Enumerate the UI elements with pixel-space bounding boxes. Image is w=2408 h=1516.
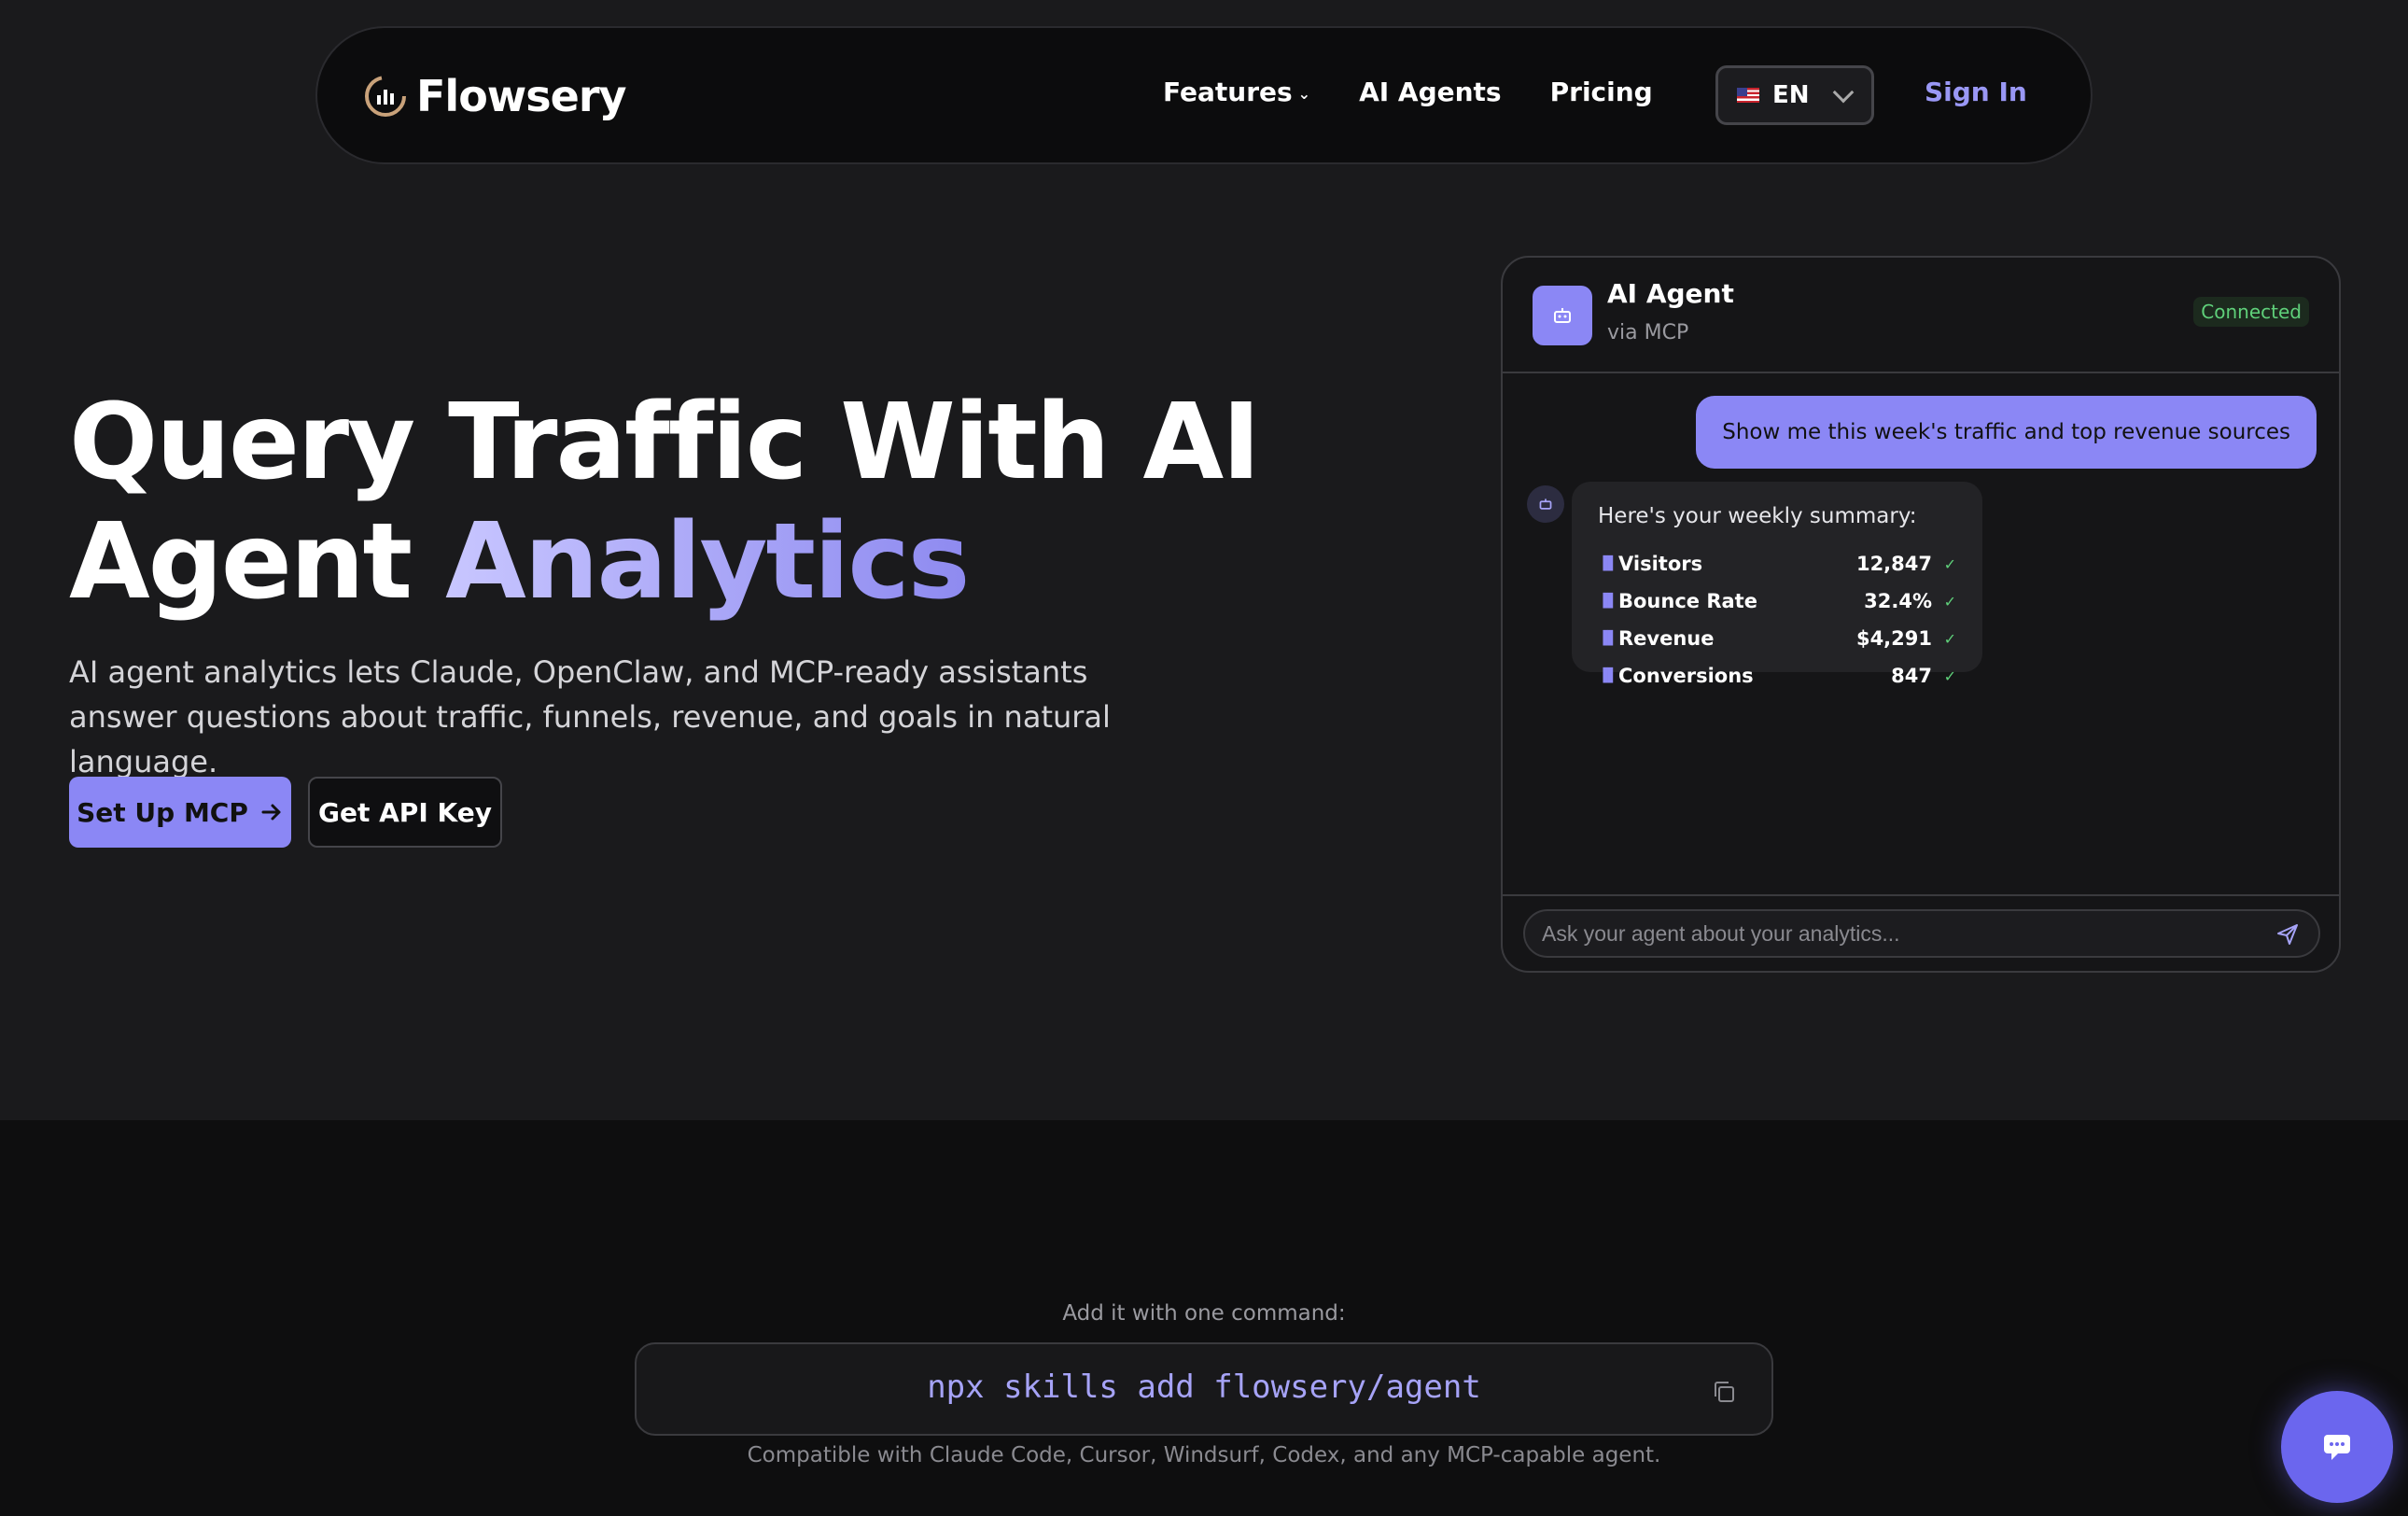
nav-link-label: Pricing <box>1549 77 1653 107</box>
bot-intro: Here's your weekly summary: <box>1598 504 1917 528</box>
arrow-right-icon <box>261 804 281 821</box>
bot-message: Here's your weekly summary: ▐▌ Visitors … <box>1572 482 1982 687</box>
agent-chat-card: AI Agent via MCP Connected Show me this … <box>1501 256 2341 973</box>
metric-value: 32.4% <box>1864 590 1932 612</box>
metric-label: Conversions <box>1618 665 1754 687</box>
check-icon: ✓ <box>1943 667 1956 685</box>
language-selector[interactable]: EN <box>1715 65 1874 125</box>
set-up-mcp-button[interactable]: Set Up MCP <box>69 777 291 848</box>
bar-chart-icon: ▐▌ <box>1598 594 1618 609</box>
check-icon: ✓ <box>1943 629 1956 648</box>
nav-link-features[interactable]: Features ⌄ <box>1163 77 1310 107</box>
language-label: EN <box>1772 81 1810 109</box>
chevron-down-icon <box>1832 81 1855 104</box>
bot-avatar-icon <box>1527 485 1564 523</box>
bar-chart-icon: ▐▌ <box>1598 668 1618 683</box>
check-icon: ✓ <box>1943 554 1956 573</box>
agent-via: via MCP <box>1607 321 1689 344</box>
hero-title-line1: Query Traffic With AI <box>69 382 1261 503</box>
agent-card-header: AI Agent via MCP Connected <box>1503 258 2339 373</box>
nav-link-label: Features <box>1163 77 1293 107</box>
set-up-mcp-label: Set Up MCP <box>77 796 248 828</box>
get-api-key-button[interactable]: Get API Key <box>308 777 502 848</box>
chat-bubble-icon <box>2324 1435 2350 1460</box>
metric-label: Bounce Rate <box>1618 590 1757 612</box>
bar-chart-icon: ▐▌ <box>1598 631 1618 646</box>
metric-row: ▐▌ Conversions 847 ✓ <box>1598 657 1956 695</box>
logo[interactable]: Flowsery <box>362 71 627 121</box>
chat-widget-button[interactable] <box>2281 1391 2393 1503</box>
page: Flowsery Features ⌄ AI Agents Pricing EN… <box>0 0 2408 1516</box>
top-nav: Flowsery Features ⌄ AI Agents Pricing EN… <box>315 26 2093 164</box>
compatibility-note: Compatible with Claude Code, Cursor, Win… <box>747 1443 1661 1467</box>
metric-row: ▐▌ Visitors 12,847 ✓ <box>1598 545 1956 583</box>
command-text[interactable]: npx skills add flowsery/agent <box>637 1369 1771 1406</box>
metric-row: ▐▌ Revenue $4,291 ✓ <box>1598 620 1956 657</box>
copy-icon[interactable] <box>1710 1378 1738 1406</box>
nav-link-ai-agents[interactable]: AI Agents <box>1359 77 1502 107</box>
metric-value: 12,847 <box>1855 553 1932 575</box>
send-icon[interactable] <box>2275 922 2300 947</box>
command-label: Add it with one command: <box>1062 1301 1346 1326</box>
sign-in-link[interactable]: Sign In <box>1925 77 2027 107</box>
hero-title-accent: Analytics <box>445 501 970 623</box>
us-flag-icon <box>1737 88 1759 103</box>
logo-text: Flowsery <box>416 71 627 121</box>
metric-value: $4,291 <box>1855 627 1932 650</box>
nav-links: Features ⌄ AI Agents Pricing <box>1163 77 1653 107</box>
command-section: Add it with one command: npx skills add … <box>0 1120 2408 1516</box>
hero-title-line2: Agent <box>69 501 446 623</box>
command-box: npx skills add flowsery/agent <box>635 1342 1773 1436</box>
hero-subtitle: AI agent analytics lets Claude, OpenClaw… <box>69 654 1111 779</box>
agent-name: AI Agent <box>1607 278 1734 309</box>
logo-icon <box>365 76 406 117</box>
metric-label: Visitors <box>1618 553 1703 575</box>
ask-agent-input[interactable] <box>1523 909 2320 958</box>
nav-link-pricing[interactable]: Pricing <box>1550 77 1653 107</box>
hero-title: Query Traffic With AI Agent Analytics <box>69 382 1261 623</box>
chevron-down-icon: ⌄ <box>1297 85 1311 103</box>
user-message: Show me this week's traffic and top reve… <box>1696 396 2317 469</box>
metric-row: ▐▌ Bounce Rate 32.4% ✓ <box>1598 583 1956 620</box>
metric-value: 847 <box>1891 665 1932 687</box>
check-icon: ✓ <box>1943 592 1956 611</box>
metric-label: Revenue <box>1618 627 1715 650</box>
bar-chart-icon: ▐▌ <box>1598 556 1618 571</box>
nav-link-label: AI Agents <box>1359 77 1502 107</box>
agent-input-bar <box>1503 894 2339 971</box>
status-badge: Connected <box>2193 297 2309 327</box>
bot-icon <box>1533 286 1592 345</box>
